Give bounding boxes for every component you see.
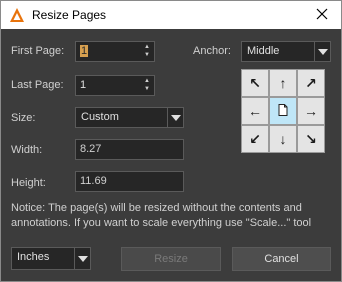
anchor-cell-right[interactable]: → — [297, 97, 325, 125]
height-value: 11.69 — [80, 175, 107, 187]
first-page-label: First Page: — [11, 45, 65, 57]
anchor-label: Anchor: — [193, 45, 231, 57]
anchor-dropdown[interactable]: Middle — [241, 41, 331, 62]
spin-up-icon[interactable]: ▲ — [142, 43, 152, 51]
size-value: Custom — [81, 111, 119, 123]
title-bar: Resize Pages — [1, 1, 341, 29]
arrow-up-icon: ↑ — [279, 75, 287, 91]
units-dropdown-button[interactable] — [74, 248, 90, 269]
anchor-dropdown-button[interactable] — [314, 42, 330, 61]
anchor-cell-top[interactable]: ↑ — [269, 69, 297, 97]
arrow-left-icon: ← — [248, 103, 262, 119]
size-dropdown[interactable]: Custom — [75, 107, 184, 128]
arrow-down-left-icon: ↙ — [249, 130, 261, 147]
height-field[interactable]: 11.69 — [75, 171, 184, 192]
first-page-spinbox[interactable]: 1 ▲ ▼ — [75, 41, 155, 62]
anchor-grid: ↖ ↑ ↗ ← → ↙ ↓ ↘ — [241, 69, 325, 153]
close-button[interactable] — [307, 3, 337, 27]
anchor-cell-bottom[interactable]: ↓ — [269, 125, 297, 153]
arrow-down-right-icon: ↘ — [305, 130, 317, 147]
spin-up-icon[interactable]: ▲ — [142, 77, 152, 85]
size-label: Size: — [11, 112, 36, 124]
first-page-value: 1 — [80, 45, 89, 57]
foxit-logo-icon — [9, 7, 25, 23]
anchor-cell-middle[interactable] — [269, 97, 297, 125]
units-dropdown[interactable]: Inches — [11, 247, 91, 270]
arrow-up-left-icon: ↖ — [249, 74, 261, 91]
arrow-down-icon: ↓ — [279, 131, 287, 147]
units-value: Inches — [17, 251, 50, 263]
anchor-cell-top-right[interactable]: ↗ — [297, 69, 325, 97]
window-title: Resize Pages — [32, 8, 107, 22]
chevron-down-icon — [170, 114, 181, 121]
width-field[interactable]: 8.27 — [75, 139, 184, 160]
cancel-button[interactable]: Cancel — [232, 247, 331, 271]
anchor-cell-bottom-left[interactable]: ↙ — [241, 125, 269, 153]
last-page-spin-arrows[interactable]: ▲ ▼ — [142, 77, 152, 94]
chevron-down-icon — [317, 48, 328, 55]
resize-pages-dialog: Resize Pages First Page: 1 ▲ ▼ Last Page… — [0, 0, 342, 282]
size-dropdown-button[interactable] — [167, 108, 183, 127]
height-label: Height: — [11, 177, 46, 189]
last-page-spinbox[interactable]: 1 ▲ ▼ — [75, 75, 155, 96]
arrow-right-icon: → — [304, 103, 318, 119]
dialog-body: First Page: 1 ▲ ▼ Last Page: 1 ▲ ▼ Size:… — [1, 29, 341, 281]
spin-down-icon[interactable]: ▼ — [142, 51, 152, 59]
anchor-cell-top-left[interactable]: ↖ — [241, 69, 269, 97]
last-page-value: 1 — [80, 79, 87, 91]
spin-down-icon[interactable]: ▼ — [142, 85, 152, 93]
arrow-up-right-icon: ↗ — [305, 74, 317, 91]
first-page-spin-arrows[interactable]: ▲ ▼ — [142, 43, 152, 60]
anchor-cell-left[interactable]: ← — [241, 97, 269, 125]
last-page-label: Last Page: — [11, 79, 64, 91]
width-value: 8.27 — [80, 143, 102, 155]
page-icon — [278, 103, 288, 119]
chevron-down-icon — [77, 255, 88, 262]
anchor-value: Middle — [247, 45, 280, 57]
close-icon — [316, 8, 328, 23]
resize-button[interactable]: Resize — [121, 247, 221, 271]
resize-notice: Notice: The page(s) will be resized with… — [11, 202, 312, 229]
anchor-cell-bottom-right[interactable]: ↘ — [297, 125, 325, 153]
width-label: Width: — [11, 144, 43, 156]
